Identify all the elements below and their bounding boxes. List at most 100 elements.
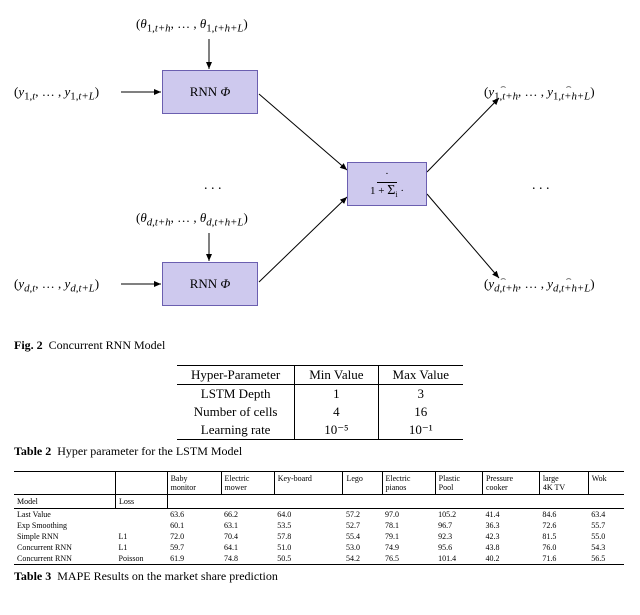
mape-loss-h: Loss (116, 495, 168, 509)
mape-model: Last Value (14, 509, 116, 521)
mape-cell: 54.3 (588, 542, 624, 553)
mape-cell: 40.2 (482, 553, 539, 565)
hyper-cell: 10⁻⁵ (295, 421, 378, 440)
mape-col-header: Lego (343, 472, 382, 495)
mape-loss: Poisson (116, 553, 168, 565)
y-in-top-label: (y1,t, … , y1,t+L) (14, 84, 99, 103)
hyper-cell: 4 (295, 403, 378, 421)
mape-col-header: PlasticPool (435, 472, 482, 495)
hyper-cell: LSTM Depth (177, 385, 295, 404)
mape-caption-num: Table 3 (14, 569, 51, 583)
mape-cell: 53.0 (343, 542, 382, 553)
mape-cell: 54.2 (343, 553, 382, 565)
mape-cell: 72.6 (539, 520, 588, 531)
figure-caption: Fig. 2 Concurrent RNN Model (14, 338, 626, 353)
rnn-label: RNN Φ (190, 84, 231, 100)
mape-caption-text: MAPE Results on the market share predict… (57, 569, 278, 583)
mape-table: BabymonitorElectricmowerKey-boardLegoEle… (14, 471, 624, 565)
mape-model: Concurrent RNN (14, 542, 116, 553)
hyper-cell: 3 (378, 385, 463, 404)
y-out-bot-label: (⌢yd,t+h, … , ⌢yd,t+h+L) (484, 276, 595, 295)
mape-cell: 84.6 (539, 509, 588, 521)
mape-cell: 55.0 (588, 531, 624, 542)
mape-cell: 59.7 (167, 542, 221, 553)
mape-loss: L1 (116, 531, 168, 542)
mape-cell: 50.5 (274, 553, 343, 565)
mape-cell: 63.4 (588, 509, 624, 521)
mape-cell: 53.5 (274, 520, 343, 531)
mape-cell: 78.1 (382, 520, 435, 531)
mape-cell: 36.3 (482, 520, 539, 531)
mape-loss (116, 509, 168, 521)
mape-caption: Table 3 MAPE Results on the market share… (14, 569, 626, 584)
mape-col-header: large4K TV (539, 472, 588, 495)
mape-cell: 63.6 (167, 509, 221, 521)
mape-cell: 74.8 (221, 553, 274, 565)
y-out-top-label: (⌢y1,t+h, … , ⌢y1,t+h+L) (484, 84, 595, 103)
hyper-table: Hyper-Parameter Min Value Max Value LSTM… (177, 365, 463, 440)
hyper-caption-num: Table 2 (14, 444, 51, 458)
mape-cell: 66.2 (221, 509, 274, 521)
hyper-h0: Hyper-Parameter (177, 366, 295, 385)
mape-cell: 76.0 (539, 542, 588, 553)
mape-cell: 55.4 (343, 531, 382, 542)
rnn-label: RNN Φ (190, 276, 231, 292)
figure-caption-text: Concurrent RNN Model (49, 338, 166, 352)
hyper-caption: Table 2 Hyper parameter for the LSTM Mod… (14, 444, 626, 459)
mape-col-header: Pressurecooker (482, 472, 539, 495)
mape-col-header: Key-board (274, 472, 343, 495)
mape-col-header: Electricmower (221, 472, 274, 495)
mape-model: Exp Smoothing (14, 520, 116, 531)
figure-diagram: (θ1,t+h, … , θ1,t+h+L) (θd,t+h, … , θd,t… (14, 12, 624, 332)
mape-cell: 41.4 (482, 509, 539, 521)
mape-cell: 95.6 (435, 542, 482, 553)
mape-col-header: Electricpianos (382, 472, 435, 495)
mape-model-h: Model (14, 495, 116, 509)
figure-caption-num: Fig. 2 (14, 338, 43, 352)
mape-cell: 81.5 (539, 531, 588, 542)
mape-cell: 60.1 (167, 520, 221, 531)
mape-cell: 43.8 (482, 542, 539, 553)
mape-cell: 79.1 (382, 531, 435, 542)
mape-cell: 63.1 (221, 520, 274, 531)
mape-cell: 42.3 (482, 531, 539, 542)
mape-cell: 64.1 (221, 542, 274, 553)
theta-bot-label: (θd,t+h, … , θd,t+h+L) (136, 210, 248, 229)
mape-cell: 97.0 (382, 509, 435, 521)
mape-cell: 52.7 (343, 520, 382, 531)
hyper-cell: 10⁻¹ (378, 421, 463, 440)
ellipsis-left: . . . (204, 178, 222, 194)
mape-cell: 57.2 (343, 509, 382, 521)
rnn-box-2: RNN Φ (162, 262, 258, 306)
mape-cell: 57.8 (274, 531, 343, 542)
y-in-bot-label: (yd,t, … , yd,t+L) (14, 276, 99, 295)
mape-cell: 76.5 (382, 553, 435, 565)
mape-cell: 105.2 (435, 509, 482, 521)
hyper-h1: Min Value (295, 366, 378, 385)
mape-cell: 92.3 (435, 531, 482, 542)
mape-cell: 51.0 (274, 542, 343, 553)
hyper-cell: 16 (378, 403, 463, 421)
hyper-cell: Learning rate (177, 421, 295, 440)
mape-cell: 71.6 (539, 553, 588, 565)
mape-cell: 61.9 (167, 553, 221, 565)
mape-col-header: Babymonitor (167, 472, 221, 495)
hyper-cell: Number of cells (177, 403, 295, 421)
mape-cell: 101.4 (435, 553, 482, 565)
mape-loss (116, 520, 168, 531)
mape-loss: L1 (116, 542, 168, 553)
rnn-box-1: RNN Φ (162, 70, 258, 114)
mape-model: Simple RNN (14, 531, 116, 542)
hyper-cell: 1 (295, 385, 378, 404)
mape-cell: 56.5 (588, 553, 624, 565)
mape-cell: 55.7 (588, 520, 624, 531)
theta-top-label: (θ1,t+h, … , θ1,t+h+L) (136, 16, 248, 35)
mape-cell: 70.4 (221, 531, 274, 542)
mape-cell: 64.0 (274, 509, 343, 521)
mape-cell: 96.7 (435, 520, 482, 531)
mape-col-header: Wok (588, 472, 624, 495)
hyper-h2: Max Value (378, 366, 463, 385)
normalize-box: · 1 + Σi · (347, 162, 427, 206)
hyper-caption-text: Hyper parameter for the LSTM Model (57, 444, 242, 458)
ellipsis-right: . . . (532, 178, 550, 194)
